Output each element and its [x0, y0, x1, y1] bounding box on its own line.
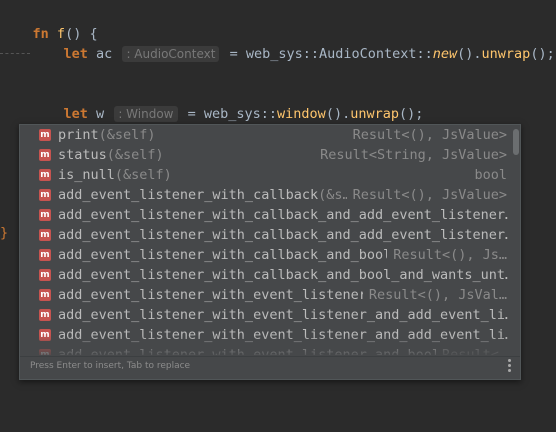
completion-scrollbar[interactable]: [513, 129, 519, 155]
completion-item[interactable]: m print(&self) Result<(), JsValue>: [20, 125, 508, 145]
code-text: = web_sys::AudioContext::: [221, 46, 433, 62]
return-type: Result<(), JsValue>: [346, 125, 507, 145]
method-icon: m: [39, 169, 51, 181]
method-name: add_event_listener_with_callback_and_add…: [58, 227, 508, 243]
completion-item-name: add_event_listener_with_event_listener_a…: [58, 305, 508, 325]
method-name: is_null: [58, 167, 115, 183]
code-text: ().: [325, 106, 351, 122]
call-new: new: [432, 46, 458, 62]
more-vertical-icon[interactable]: [508, 359, 512, 374]
completion-item-name: add_event_listener_with_event_listener_a…: [58, 325, 508, 345]
code-text: = web_sys::: [179, 106, 278, 122]
method-name: add_event_listener_with_callback: [58, 187, 319, 203]
completion-item-name: add_event_listener_with_callback_and_boo…: [58, 265, 508, 285]
method-icon: m: [39, 249, 51, 261]
completion-item[interactable]: m status(&self) Result<String, JsValue>: [20, 145, 508, 165]
completion-item[interactable]: m add_event_listener_with_callback_and_bo…: [20, 265, 508, 285]
completion-item[interactable]: m add_event_listener_with_event_listener_…: [20, 305, 508, 325]
code-line-window[interactable]: let w : Window = web_sys::window().unwra…: [31, 84, 423, 122]
completion-item-name: add_event_listener_with_callback_and_add…: [58, 225, 508, 245]
return-type: Result<(), JsVal…: [362, 285, 507, 305]
completion-list[interactable]: m print(&self) Result<(), JsValue> m status(…: [20, 125, 508, 355]
completion-item-name: print(&self): [58, 125, 156, 145]
type-hint: : Window: [114, 106, 178, 122]
return-type: Result<(), JsValue>: [346, 185, 507, 205]
method-icon: m: [39, 229, 51, 241]
completion-item[interactable]: m add_event_listener_with_callback_and_ad…: [20, 205, 508, 225]
method-icon: m: [39, 309, 51, 321]
call-unwrap: unwrap: [350, 106, 399, 122]
code-text: ().: [457, 46, 482, 62]
completion-item[interactable]: m add_event_listener_with_callback_and_bo…: [20, 245, 508, 265]
method-name: status: [58, 147, 107, 163]
type-hint: : AudioContext: [122, 46, 220, 62]
call-window: window: [277, 106, 326, 122]
completion-item[interactable]: m is_null(&self) bool: [20, 165, 508, 185]
code-line-audio-context[interactable]: let ac : AudioContext = web_sys::AudioCo…: [31, 24, 555, 62]
code-line-w-dot[interactable]: w.: [31, 104, 80, 142]
method-name: add_event_listener_with_event_listener: [58, 287, 367, 303]
method-name: add_event_listener_with_event_listener_a…: [58, 347, 441, 355]
return-type: Result<(), Js…: [387, 245, 507, 265]
method-signature: (&self): [98, 127, 156, 143]
code-text: ();: [530, 46, 555, 62]
completion-item[interactable]: m add_event_listener_with_event_listener R…: [20, 285, 508, 305]
method-icon: m: [39, 189, 51, 201]
return-type: Result<…: [435, 345, 507, 355]
method-icon: m: [39, 209, 51, 221]
completion-item-name: status(&self): [58, 145, 164, 165]
variable-w: w: [96, 106, 105, 122]
return-type: bool: [468, 165, 507, 185]
completion-item-name: is_null(&self): [58, 165, 172, 185]
keyword-let: let: [63, 46, 88, 62]
method-icon: m: [39, 269, 51, 281]
completion-item-name: add_event_listener_with_callback(&s…: [58, 185, 351, 205]
method-name: add_event_listener_with_callback_and_boo…: [58, 267, 508, 283]
variable-ac: ac: [96, 46, 113, 62]
method-icon: m: [39, 289, 51, 301]
completion-item[interactable]: m add_event_listener_with_event_listener_…: [20, 345, 508, 355]
method-signature: (&self): [114, 167, 172, 183]
method-icon: m: [39, 349, 51, 355]
completion-item-name: add_event_listener_with_event_listener: [58, 285, 367, 305]
method-icon: m: [39, 329, 51, 341]
method-icon: m: [39, 149, 51, 161]
method-name: print: [58, 127, 99, 143]
method-name: add_event_listener_with_callback_and_boo…: [58, 247, 392, 263]
closing-brace: }: [0, 225, 9, 241]
method-name: add_event_listener_with_event_listener_a…: [58, 307, 508, 323]
code-text: ();: [399, 106, 424, 122]
completion-item[interactable]: m add_event_listener_with_event_listener_…: [20, 325, 508, 345]
method-icon: m: [39, 129, 51, 141]
call-unwrap: unwrap: [481, 46, 531, 62]
method-name: add_event_listener_with_callback_and_add…: [58, 207, 508, 223]
completion-item[interactable]: m add_event_listener_with_callback_and_ad…: [20, 225, 508, 245]
completion-item-name: add_event_listener_with_callback_and_boo…: [58, 245, 391, 265]
completion-item-name: add_event_listener_with_callback_and_add…: [58, 205, 508, 225]
return-type: Result<String, JsValue>: [314, 145, 507, 165]
completion-item[interactable]: m add_event_listener_with_callback(&s… Res…: [20, 185, 508, 205]
autocomplete-popup[interactable]: m print(&self) Result<(), JsValue> m status(…: [19, 124, 521, 380]
method-name: add_event_listener_with_event_listener_a…: [58, 327, 508, 343]
method-signature: (&self): [106, 147, 164, 163]
completion-item-name: add_event_listener_with_event_listener_a…: [58, 345, 440, 355]
completion-footer: Press Enter to insert, Tab to replace: [20, 356, 520, 379]
code-line-fn[interactable]: fn f() {: [0, 4, 98, 42]
folding-separator: [0, 53, 30, 55]
footer-hint: Press Enter to insert, Tab to replace: [30, 361, 191, 371]
